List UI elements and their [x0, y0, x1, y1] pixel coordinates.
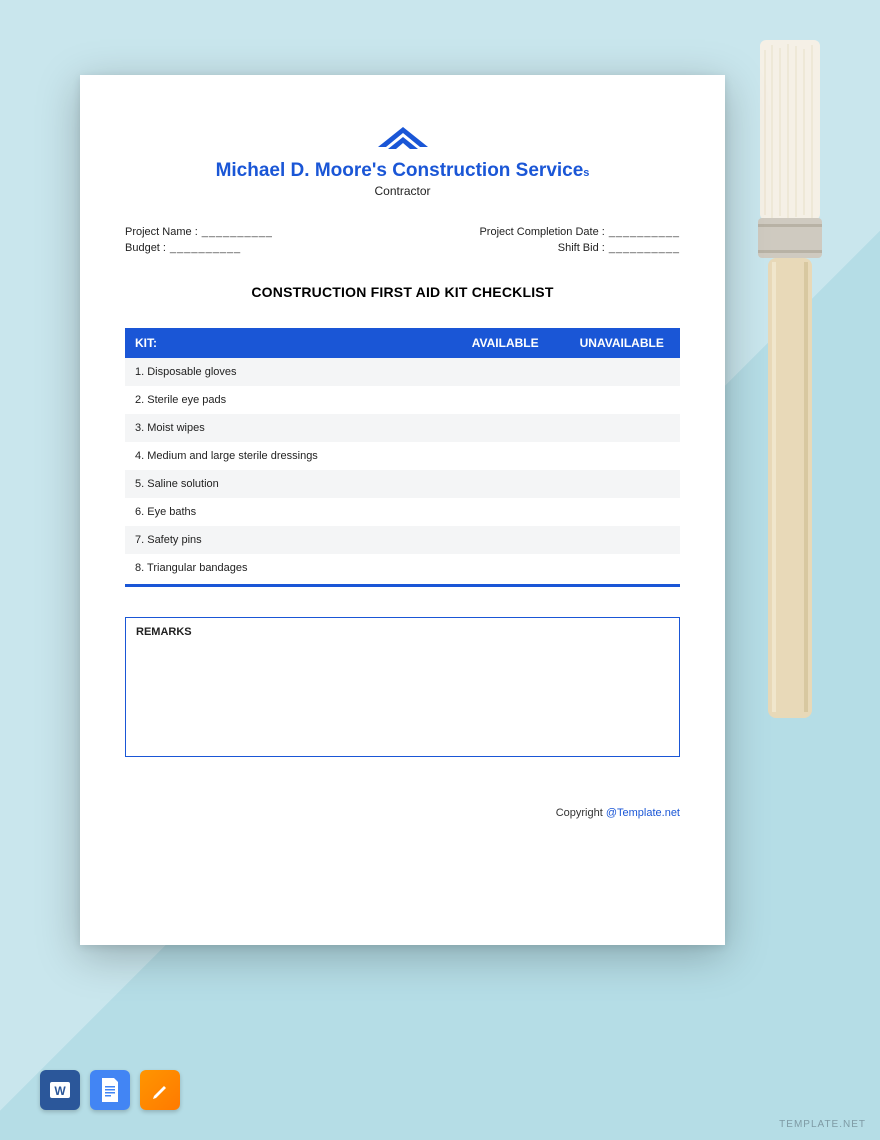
completion-date-value: __________ [609, 226, 680, 238]
apple-pages-icon [140, 1070, 180, 1110]
table-row: 5. Saline solution [125, 470, 680, 498]
unavailable-cell [563, 526, 680, 554]
budget-field: Budget : __________ [125, 242, 241, 254]
table-row: 7. Safety pins [125, 526, 680, 554]
available-cell [447, 358, 564, 386]
info-row-1: Project Name : __________ Project Comple… [125, 226, 680, 238]
available-cell [447, 470, 564, 498]
table-row: 4. Medium and large sterile dressings [125, 442, 680, 470]
watermark: TEMPLATE.NET [779, 1119, 866, 1130]
kit-item-label: 8. Triangular bandages [125, 554, 447, 582]
unavailable-cell [563, 414, 680, 442]
word-icon: W [40, 1070, 80, 1110]
unavailable-cell [563, 470, 680, 498]
kit-item-label: 6. Eye baths [125, 498, 447, 526]
unavailable-cell [563, 442, 680, 470]
completion-date-field: Project Completion Date : __________ [479, 226, 680, 238]
budget-value: __________ [170, 242, 241, 254]
remarks-box: REMARKS [125, 617, 680, 757]
kit-item-label: 3. Moist wipes [125, 414, 447, 442]
available-cell [447, 554, 564, 582]
remarks-label: REMARKS [136, 626, 192, 638]
table-row: 6. Eye baths [125, 498, 680, 526]
kit-item-label: 1. Disposable gloves [125, 358, 447, 386]
info-row-2: Budget : __________ Shift Bid : ________… [125, 242, 680, 254]
copyright: Copyright @Template.net [125, 807, 680, 819]
unavailable-cell [563, 386, 680, 414]
column-header-unavailable: UNAVAILABLE [563, 328, 680, 358]
google-docs-icon [90, 1070, 130, 1110]
app-icons-row: W [40, 1070, 180, 1110]
kit-item-label: 7. Safety pins [125, 526, 447, 554]
svg-text:W: W [54, 1084, 66, 1098]
completion-date-label: Project Completion Date : [479, 226, 604, 238]
company-logo [125, 125, 680, 155]
shift-bid-label: Shift Bid : [558, 242, 605, 254]
checklist-title: CONSTRUCTION FIRST AID KIT CHECKLIST [125, 284, 680, 300]
project-name-value: __________ [202, 226, 273, 238]
document-page: Michael D. Moore's Construction Services… [80, 75, 725, 945]
shift-bid-value: __________ [609, 242, 680, 254]
unavailable-cell [563, 498, 680, 526]
column-header-kit: KIT: [125, 328, 447, 358]
unavailable-cell [563, 358, 680, 386]
table-bottom-rule [125, 584, 680, 587]
kit-item-label: 4. Medium and large sterile dressings [125, 442, 447, 470]
available-cell [447, 442, 564, 470]
available-cell [447, 414, 564, 442]
kit-item-label: 5. Saline solution [125, 470, 447, 498]
company-subtitle: Contractor [125, 184, 680, 198]
shift-bid-field: Shift Bid : __________ [558, 242, 680, 254]
available-cell [447, 386, 564, 414]
available-cell [447, 498, 564, 526]
column-header-available: AVAILABLE [447, 328, 564, 358]
copyright-link[interactable]: @Template.net [606, 807, 680, 819]
budget-label: Budget : [125, 242, 166, 254]
available-cell [447, 526, 564, 554]
table-row: 1. Disposable gloves [125, 358, 680, 386]
table-row: 2. Sterile eye pads [125, 386, 680, 414]
table-row: 3. Moist wipes [125, 414, 680, 442]
project-name-label: Project Name : [125, 226, 198, 238]
unavailable-cell [563, 554, 680, 582]
kit-item-label: 2. Sterile eye pads [125, 386, 447, 414]
table-header-row: KIT: AVAILABLE UNAVAILABLE [125, 328, 680, 358]
table-row: 8. Triangular bandages [125, 554, 680, 582]
project-name-field: Project Name : __________ [125, 226, 273, 238]
copyright-prefix: Copyright [556, 807, 606, 819]
paint-brush-decoration [730, 40, 850, 720]
checklist-table: KIT: AVAILABLE UNAVAILABLE 1. Disposable… [125, 328, 680, 582]
company-name: Michael D. Moore's Construction Services [125, 160, 680, 182]
